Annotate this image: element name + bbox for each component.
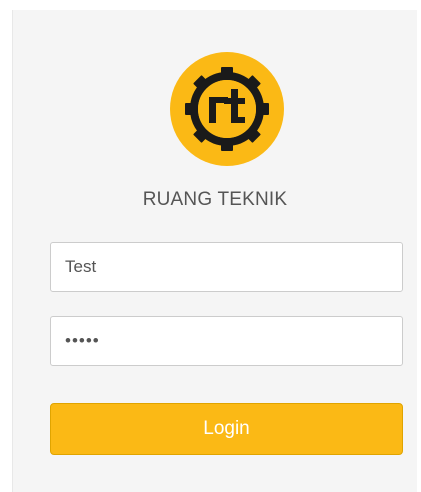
login-button[interactable]: Login — [50, 403, 403, 455]
login-card: RUANG TEKNIK Login — [12, 10, 417, 492]
username-input[interactable] — [50, 242, 403, 292]
gear-rt-logo-icon — [169, 51, 285, 167]
password-input[interactable] — [50, 316, 403, 366]
brand-title: RUANG TEKNIK — [142, 189, 288, 210]
